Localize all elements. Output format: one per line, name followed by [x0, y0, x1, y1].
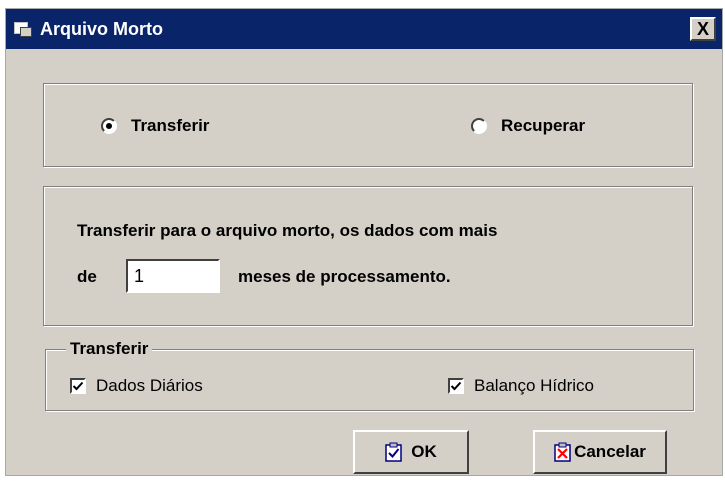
close-button[interactable]: X [690, 17, 716, 41]
clipboard-check-icon [385, 442, 403, 462]
form-icon [14, 20, 34, 38]
transfer-suffix: meses de processamento. [238, 267, 451, 286]
radio-transferir[interactable]: Transferir [101, 116, 209, 136]
title-bar[interactable]: Arquivo Morto X [6, 9, 722, 49]
checkbox-balanco-hidrico-label: Balanço Hídrico [474, 376, 595, 395]
checkbox-balanco-hidrico[interactable]: Balanço Hídrico [448, 376, 594, 396]
transfer-frame [43, 186, 693, 326]
transfer-prefix: de [77, 267, 97, 286]
radio-button-selected[interactable] [101, 118, 117, 134]
checkbox-checked[interactable] [70, 378, 86, 394]
transfer-description: Transferir para o arquivo morto, os dado… [77, 221, 498, 240]
cancel-label: Cancelar [574, 442, 646, 461]
cancel-button[interactable]: Cancelar [533, 430, 667, 474]
radio-button[interactable] [471, 118, 487, 134]
checkbox-dados-diarios[interactable]: Dados Diários [70, 376, 203, 396]
group-legend: Transferir [66, 339, 153, 359]
clipboard-x-icon [554, 442, 572, 462]
checkbox-dados-diarios-label: Dados Diários [96, 376, 203, 395]
checkbox-checked[interactable] [448, 378, 464, 394]
radio-recuperar[interactable]: Recuperar [471, 116, 585, 136]
close-icon: X [696, 19, 709, 39]
radio-recuperar-label: Recuperar [501, 116, 586, 135]
dialog-window: Arquivo Morto X Transferir Recuperar Tra… [5, 8, 723, 476]
ok-button[interactable]: OK [353, 430, 469, 474]
months-input[interactable] [126, 259, 220, 293]
window-title: Arquivo Morto [40, 18, 163, 39]
ok-label: OK [411, 442, 437, 461]
radio-transferir-label: Transferir [131, 116, 210, 135]
